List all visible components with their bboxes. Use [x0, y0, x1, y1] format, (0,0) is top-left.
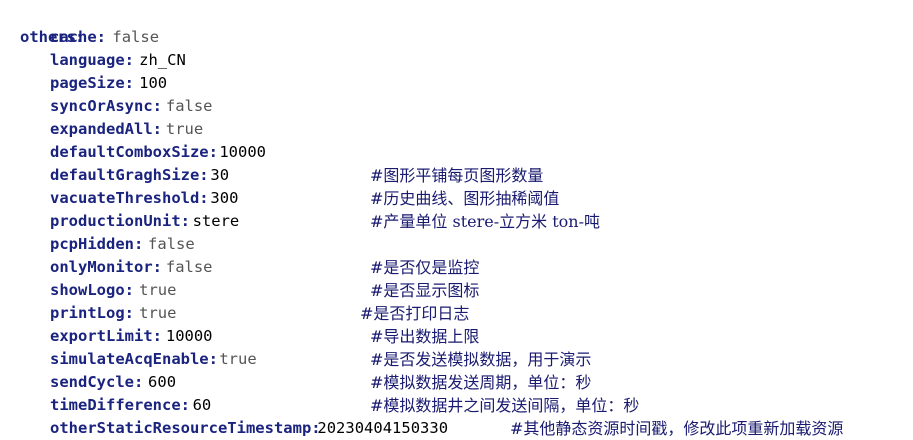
- config-value: 60: [192, 396, 212, 414]
- config-value: 100: [139, 74, 168, 92]
- config-entry: simulateAcqEnable: true #是否发送模拟数据，用于演示: [0, 348, 913, 371]
- config-value: zh_CN: [139, 51, 186, 69]
- config-value: true: [165, 120, 204, 138]
- config-comment: #是否发送模拟数据，用于演示: [370, 350, 592, 369]
- config-value: 10000: [165, 327, 213, 345]
- config-value: true: [219, 350, 257, 368]
- config-entry: defaultGraghSize: 30 #图形平铺每页图形数量: [0, 164, 913, 187]
- config-value: false: [148, 235, 195, 253]
- config-comment: #图形平铺每页图形数量: [370, 166, 544, 185]
- config-comment: #是否仅是监控: [370, 258, 480, 277]
- config-value: 20230404150330: [317, 419, 449, 437]
- config-value: true: [139, 304, 177, 322]
- config-value: 10000: [219, 143, 267, 161]
- config-key: onlyMonitor:: [50, 258, 162, 276]
- config-comment: #历史曲线、图形抽稀阈值: [370, 189, 560, 208]
- config-key: cache:: [50, 28, 106, 46]
- config-key: syncOrAsync:: [50, 97, 162, 115]
- yaml-config-view: others: cache: false language: zh_CN pageSiz…: [0, 0, 913, 439]
- config-key: printLog:: [50, 304, 134, 322]
- config-comment: #其他静态资源时间戳，修改此项重新加载资源: [510, 419, 844, 438]
- config-entry: vacuateThreshold: 300 #历史曲线、图形抽稀阈值: [0, 187, 913, 210]
- config-key: exportLimit:: [50, 327, 162, 345]
- config-entry: showLogo: true #是否显示图标: [0, 279, 913, 302]
- config-key: vacuateThreshold:: [50, 189, 209, 207]
- config-entry: expandedAll: true: [0, 118, 913, 141]
- config-comment: #模拟数据发送周期，单位：秒: [370, 373, 592, 392]
- config-value: false: [112, 28, 160, 46]
- config-key: language:: [50, 51, 134, 69]
- config-key: timeDifference:: [50, 396, 190, 414]
- config-value: 30: [210, 166, 230, 184]
- config-entry: printLog: true #是否打印日志: [0, 302, 913, 325]
- config-entry: timeDifference: 60 #模拟数据井之间发送间隔，单位：秒: [0, 394, 913, 417]
- config-value: stere: [192, 212, 240, 230]
- config-key: otherStaticResourceTimestamp:: [50, 419, 321, 437]
- config-entry: syncOrAsync: false: [0, 95, 913, 118]
- config-comment: #是否显示图标: [370, 281, 480, 300]
- config-key: defaultGraghSize:: [50, 166, 209, 184]
- config-comment: #是否打印日志: [360, 304, 470, 323]
- config-key: productionUnit:: [50, 212, 190, 230]
- config-key: simulateAcqEnable:: [50, 350, 218, 368]
- config-key: pageSize:: [50, 74, 134, 92]
- config-value: 600: [148, 373, 177, 391]
- config-entry: language: zh_CN: [0, 49, 913, 72]
- config-key: sendCycle:: [50, 373, 144, 391]
- config-entry: cache: false: [0, 26, 913, 49]
- config-entry: pcpHidden: false: [0, 233, 913, 256]
- config-entry: defaultComboxSize: 10000: [0, 141, 913, 164]
- config-key: expandedAll:: [50, 120, 162, 138]
- config-value: 300: [210, 189, 239, 207]
- config-value: true: [139, 281, 177, 299]
- config-key: showLogo:: [50, 281, 134, 299]
- config-value: false: [165, 258, 213, 276]
- config-comment: #导出数据上限: [370, 327, 480, 346]
- config-entry: onlyMonitor: false #是否仅是监控: [0, 256, 913, 279]
- config-entry: sendCycle: 600 #模拟数据发送周期，单位：秒: [0, 371, 913, 394]
- config-entry: exportLimit: 10000 #导出数据上限: [0, 325, 913, 348]
- config-comment: #模拟数据井之间发送间隔，单位：秒: [370, 396, 640, 415]
- config-entry: productionUnit: stere #产量单位 stere-立方米 ton-…: [0, 210, 913, 233]
- config-comment: #产量单位 stere-立方米 ton-吨: [370, 212, 600, 231]
- config-entry: pageSize: 100: [0, 72, 913, 95]
- root-key-line: others:: [0, 3, 913, 46]
- config-key: defaultComboxSize:: [50, 143, 218, 161]
- config-entry: otherStaticResourceTimestamp: 20230404150…: [0, 417, 913, 440]
- config-value: false: [165, 97, 213, 115]
- config-key: pcpHidden:: [50, 235, 144, 253]
